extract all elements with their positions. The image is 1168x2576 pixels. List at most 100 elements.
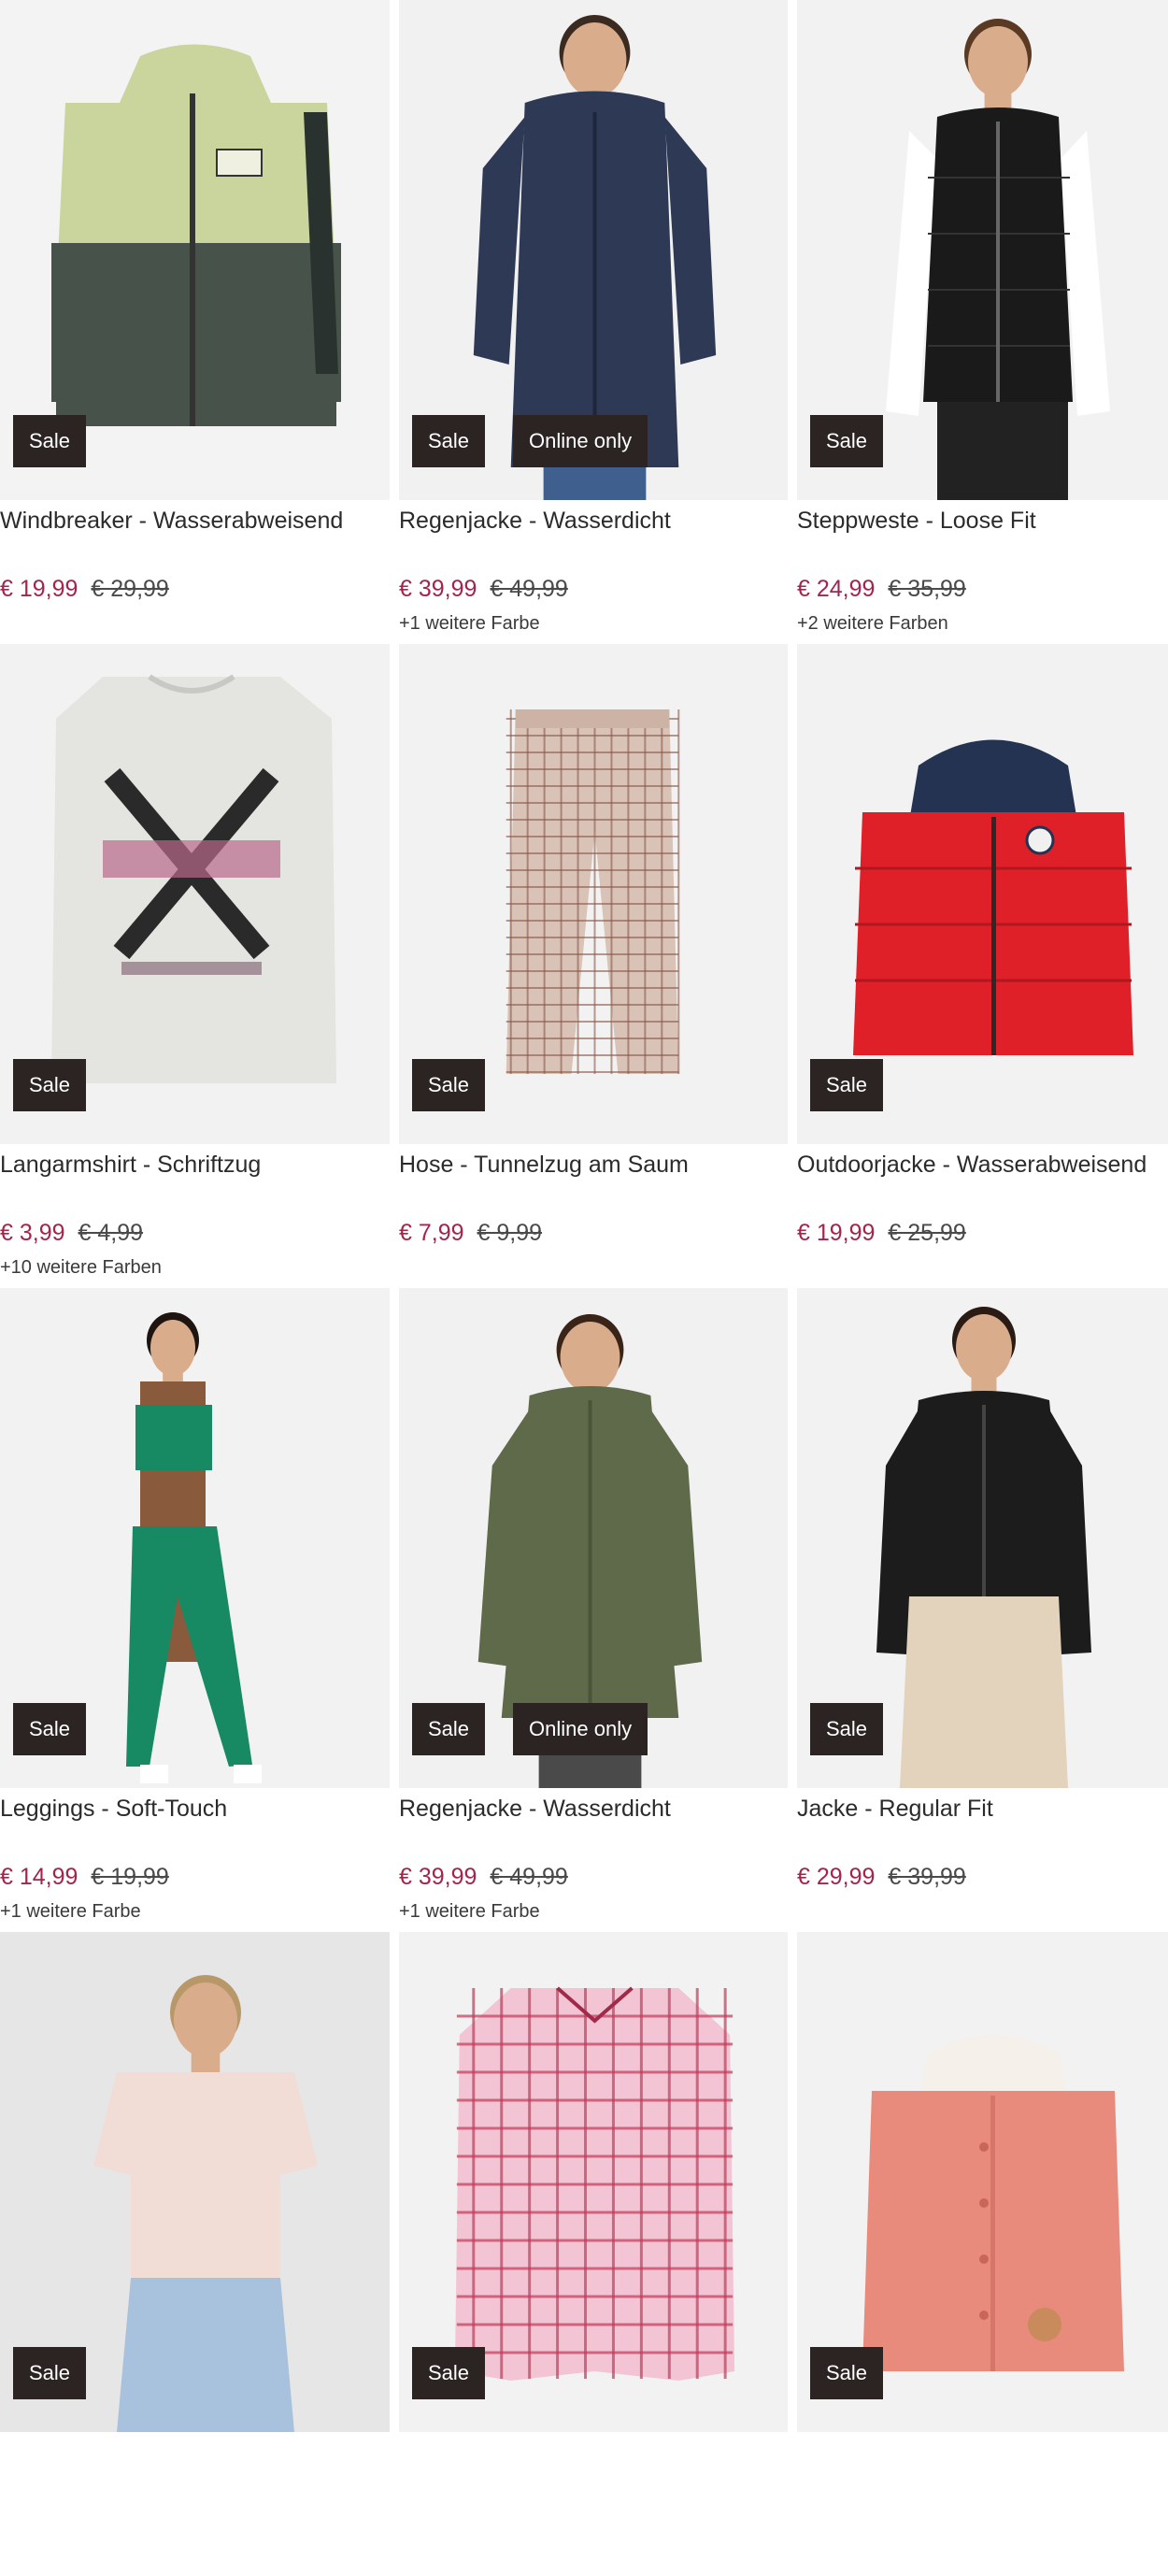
- sale-price: € 19,99: [797, 1220, 876, 1246]
- product-image[interactable]: Sale Online only: [399, 1288, 788, 1788]
- badge-group: Sale: [412, 2347, 486, 2399]
- button-shape: [979, 2198, 989, 2208]
- price-row: [0, 2508, 13, 2535]
- sale-price: € 7,99: [399, 1220, 464, 1246]
- face-shape: [968, 26, 1028, 97]
- badge-group: Sale: [412, 1059, 486, 1111]
- chest-patch: [1025, 825, 1055, 855]
- zipper-line: [190, 93, 195, 426]
- product-card[interactable]: Sale: [0, 1932, 390, 2576]
- product-image[interactable]: Sale: [797, 0, 1168, 500]
- badge-group: Sale: [13, 1703, 87, 1755]
- price-row: € 39,99 € 49,99: [399, 1864, 568, 1891]
- online-only-badge: Online only: [513, 415, 648, 467]
- product-card[interactable]: Sale Leggings - Soft-Touch € 14,99 € 19,99 +…: [0, 1288, 390, 1932]
- face-shape: [563, 22, 627, 97]
- product-image[interactable]: Sale: [797, 1932, 1168, 2432]
- zipper-line: [991, 817, 996, 1055]
- sale-price: € 3,99: [0, 1220, 65, 1246]
- product-title[interactable]: Leggings - Soft-Touch: [0, 1796, 227, 1823]
- original-price: € 25,99: [888, 1220, 966, 1246]
- product-card[interactable]: Sale Online only Regenjacke - Wasserdicht €…: [399, 1288, 788, 1932]
- original-price: € 39,99: [888, 1864, 966, 1890]
- chest-logo: [216, 149, 263, 177]
- jacket-lower-panel: [51, 243, 341, 402]
- product-image[interactable]: Sale: [0, 1288, 390, 1788]
- sale-badge: Sale: [412, 1059, 486, 1111]
- product-title[interactable]: Windbreaker - Wasserabweisend: [0, 508, 343, 535]
- product-image[interactable]: Sale Online only: [399, 0, 788, 500]
- product-image[interactable]: Sale: [0, 644, 390, 1144]
- product-image[interactable]: Sale: [0, 1932, 390, 2432]
- more-colors-note[interactable]: +2 weitere Farben: [797, 613, 948, 635]
- sale-badge: Sale: [810, 2347, 884, 2399]
- sale-badge: Sale: [412, 415, 486, 467]
- price-row: € 29,99 € 39,99: [797, 1864, 966, 1891]
- sale-badge: Sale: [13, 415, 87, 467]
- product-card[interactable]: Sale Online only Regenjacke - Wasserdicht €…: [399, 0, 788, 644]
- price-row: € 14,99 € 19,99: [0, 1864, 169, 1891]
- button-shape: [979, 2254, 989, 2264]
- badge-group: Sale: [810, 1703, 884, 1755]
- product-card[interactable]: Sale Hose - Tunnelzug am Saum € 7,99 € 9,99: [399, 644, 788, 1288]
- product-title[interactable]: Langarmshirt - Schriftzug: [0, 1152, 261, 1179]
- face-shape: [174, 1982, 237, 2057]
- product-title[interactable]: Jacke - Regular Fit: [797, 1796, 993, 1823]
- badge-group: Sale: [13, 2347, 87, 2399]
- more-colors-note[interactable]: +10 weitere Farben: [0, 1257, 162, 1279]
- fawn-patch: [1028, 2308, 1061, 2341]
- original-price: € 19,99: [91, 1864, 169, 1890]
- badge-group: Sale: [810, 415, 884, 467]
- product-card[interactable]: Sale Outdoorjacke - Wasserabweisend € 19,9…: [797, 644, 1168, 1288]
- product-image[interactable]: Sale: [797, 644, 1168, 1144]
- product-title[interactable]: Regenjacke - Wasserdicht: [399, 508, 671, 535]
- product-card[interactable]: Sale: [797, 1932, 1168, 2576]
- product-card[interactable]: Sale Langarmshirt - Schriftzug € 3,99 € 4,9…: [0, 644, 390, 1288]
- product-title[interactable]: Steppweste - Loose Fit: [797, 508, 1036, 535]
- sports-bra: [135, 1405, 212, 1470]
- trousers-shape: [900, 1596, 1068, 1788]
- product-card[interactable]: Sale Windbreaker - Wasserabweisend € 19,99…: [0, 0, 390, 644]
- more-colors-note[interactable]: +1 weitere Farbe: [0, 1901, 141, 1923]
- badge-group: Sale: [810, 1059, 884, 1111]
- original-price: € 35,99: [888, 576, 966, 602]
- placket-line: [588, 1400, 592, 1718]
- zipper-line: [982, 1405, 986, 1596]
- price-row: € 39,99 € 49,99: [399, 576, 568, 603]
- price-row: € 3,99 € 4,99: [0, 1220, 143, 1247]
- product-card[interactable]: Sale Steppweste - Loose Fit € 24,99 € 35,99…: [797, 0, 1168, 644]
- badge-group: Sale: [13, 415, 87, 467]
- price-row: € 24,99 € 35,99: [797, 576, 966, 603]
- sale-badge: Sale: [810, 415, 884, 467]
- product-image[interactable]: Sale: [399, 644, 788, 1144]
- sale-badge: Sale: [412, 1703, 486, 1755]
- original-price: € 9,99: [477, 1220, 543, 1246]
- sale-price: € 39,99: [399, 1864, 477, 1890]
- sale-price: € 19,99: [0, 576, 78, 602]
- right-sneaker: [234, 1765, 262, 1783]
- product-card[interactable]: Sale: [399, 1932, 788, 2576]
- sale-price: € 14,99: [0, 1864, 78, 1890]
- product-title[interactable]: Outdoorjacke - Wasserabweisend: [797, 1152, 1147, 1179]
- badge-group: Sale Online only: [412, 1703, 648, 1755]
- more-colors-note[interactable]: +1 weitere Farbe: [399, 613, 540, 635]
- price-row: [797, 2508, 810, 2535]
- sale-badge: Sale: [810, 1059, 884, 1111]
- zipper-line: [996, 122, 1000, 402]
- product-image[interactable]: Sale: [399, 1932, 788, 2432]
- product-title[interactable]: Hose - Tunnelzug am Saum: [399, 1152, 689, 1179]
- product-card[interactable]: Sale Jacke - Regular Fit € 29,99 € 39,99: [797, 1288, 1168, 1932]
- sale-badge: Sale: [810, 1703, 884, 1755]
- price-row: € 19,99 € 29,99: [0, 576, 169, 603]
- badge-group: Sale: [810, 2347, 884, 2399]
- original-price: € 49,99: [490, 1864, 568, 1890]
- sale-badge: Sale: [412, 2347, 486, 2399]
- product-title[interactable]: Regenjacke - Wasserdicht: [399, 1796, 671, 1823]
- placket-line: [592, 112, 597, 467]
- product-image[interactable]: Sale: [797, 1288, 1168, 1788]
- product-grid: Sale Windbreaker - Wasserabweisend € 19,99…: [0, 0, 1168, 2576]
- sale-price: € 24,99: [797, 576, 876, 602]
- left-sneaker: [140, 1765, 168, 1783]
- product-image[interactable]: Sale: [0, 0, 390, 500]
- more-colors-note[interactable]: +1 weitere Farbe: [399, 1901, 540, 1923]
